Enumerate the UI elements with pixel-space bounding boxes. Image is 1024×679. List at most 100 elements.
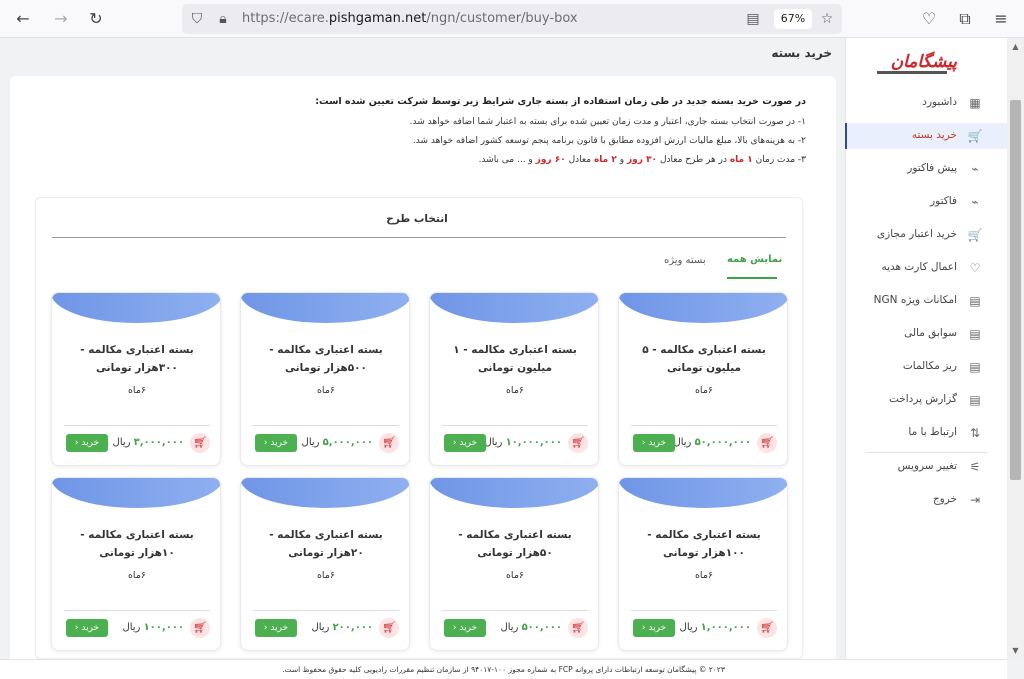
sidebar-item-label: فاکتور: [930, 195, 957, 207]
url-text[interactable]: https://ecare.pishgaman.net/ngn/customer…: [242, 11, 578, 26]
package-duration: ۶ماه: [694, 385, 714, 396]
package-duration: ۶ماه: [694, 570, 714, 581]
package-title: بسته اعتباری مکالمه - ۱ میلیون تومانی: [453, 344, 577, 374]
scroll-thumb[interactable]: [1010, 100, 1021, 480]
sidebar-item-label: پیش فاکتور: [907, 162, 957, 174]
reader-view-icon[interactable]: ▤: [744, 10, 762, 28]
buy-button[interactable]: خرید ‹: [633, 619, 675, 637]
sidebar-item-1[interactable]: 🛒 خرید بسته: [845, 123, 1007, 149]
zoom-level[interactable]: 67%: [774, 9, 812, 29]
sidebar-item-icon: ▤: [969, 327, 981, 341]
price-currency: ریال: [112, 437, 131, 448]
package-price: ۱۰۰,۰۰۰ ریال: [122, 622, 184, 633]
buy-button[interactable]: خرید ‹: [255, 619, 297, 637]
buy-button[interactable]: خرید ‹: [255, 434, 297, 452]
buy-button[interactable]: خرید ‹: [633, 434, 675, 452]
package-card: بسته اعتباری مکالمه - ۳۰۰هزار تومانی ۶ماه…: [51, 292, 221, 466]
package-price: ۲۰۰,۰۰۰ ریال: [311, 622, 373, 633]
reload-icon[interactable]: ↻: [85, 8, 107, 30]
cart-icon[interactable]: 🛒︎: [379, 618, 399, 638]
card-divider: [442, 425, 588, 426]
tab-special-package[interactable]: بسته ویژه: [664, 255, 706, 266]
price-currency: ریال: [679, 622, 698, 633]
sidebar-item-0[interactable]: ▦ داشبورد: [845, 90, 1007, 116]
extensions-icon[interactable]: ⧉: [954, 8, 976, 30]
sidebar-item-7[interactable]: ▤ سوابق مالی: [845, 321, 1007, 347]
menu-icon[interactable]: ≡: [990, 8, 1012, 30]
cart-icon[interactable]: 🛒︎: [190, 433, 210, 453]
pocket-icon[interactable]: ♡: [918, 8, 940, 30]
package-duration: ۶ماه: [505, 385, 525, 396]
page-scrollbar[interactable]: ▲ ▼: [1007, 38, 1024, 659]
cart-icon[interactable]: 🛒︎: [379, 433, 399, 453]
card-header-arc: [430, 478, 598, 508]
package-card: بسته اعتباری مکالمه - ۱۰۰هزار تومانی ۶ماه…: [618, 477, 788, 651]
card-header-arc: [430, 293, 598, 323]
sidebar-item-label: ارتباط با ما: [908, 426, 957, 438]
price-value: ۱۰۰,۰۰۰: [143, 622, 184, 633]
package-card: بسته اعتباری مکالمه - ۵ میلیون تومانی ۶ما…: [618, 292, 788, 466]
card-divider: [631, 425, 777, 426]
sidebar-item-icon: ⌁: [971, 195, 979, 209]
cart-icon[interactable]: 🛒︎: [757, 618, 777, 638]
buy-button[interactable]: خرید ‹: [66, 619, 108, 637]
tab-show-all[interactable]: نمایش همه: [727, 254, 782, 265]
sidebar-item-5[interactable]: ♡ اعمال کارت هدیه: [845, 255, 1007, 281]
package-duration: ۶ماه: [127, 385, 147, 396]
card-divider: [442, 610, 588, 611]
shield-icon[interactable]: ⛉: [188, 10, 206, 28]
package-price: ۵۰۰,۰۰۰ ریال: [500, 622, 562, 633]
lock-icon[interactable]: 🔒︎: [214, 10, 232, 28]
package-price: ۱,۰۰۰,۰۰۰ ریال: [680, 622, 751, 633]
cart-icon[interactable]: 🛒︎: [568, 433, 588, 453]
bookmark-star-icon[interactable]: ☆: [818, 10, 836, 28]
card-header-arc: [241, 293, 409, 323]
sidebar-item-6[interactable]: ▤ امکانات ویژه NGN: [845, 288, 1007, 314]
page-footer: ۲۰۲۳ © پیشگامان توسعه ارتباطات دارای پرو…: [0, 659, 1007, 679]
price-currency: ریال: [673, 437, 692, 448]
sidebar-item-12[interactable]: ⇥ خروج: [845, 487, 1007, 513]
package-title: بسته اعتباری مکالمه - ۵۰هزار تومانی: [458, 529, 572, 559]
notice-line-2: ۲- به هزینه‌های بالا، مبلغ مالیات ارزش ا…: [412, 136, 806, 146]
price-value: ۵۰۰,۰۰۰: [521, 622, 562, 633]
card-header-arc: [52, 293, 220, 323]
sidebar-item-icon: ▦: [969, 96, 981, 110]
sidebar-item-label: خروج: [932, 493, 957, 505]
plan-divider: [52, 237, 786, 238]
buy-button[interactable]: خرید ‹: [444, 434, 486, 452]
cart-icon[interactable]: 🛒︎: [757, 433, 777, 453]
address-bar[interactable]: ⛉ 🔒︎ https://ecare.pishgaman.net/ngn/cus…: [182, 4, 842, 34]
sidebar-item-label: امکانات ویژه NGN: [873, 294, 957, 306]
package-title: بسته اعتباری مکالمه - ۱۰هزار تومانی: [80, 529, 194, 559]
tab-active-indicator: [727, 277, 777, 279]
card-header-arc: [52, 478, 220, 508]
card-divider: [64, 610, 210, 611]
card-header-arc: [619, 293, 787, 323]
browser-toolbar: ← → ↻ ⛉ 🔒︎ https://ecare.pishgaman.net/n…: [0, 0, 1024, 38]
scroll-up-icon[interactable]: ▲: [1007, 42, 1024, 51]
sidebar-item-10[interactable]: ⇅ ارتباط با ما: [845, 420, 1007, 446]
package-price: ۳,۰۰۰,۰۰۰ ریال: [113, 437, 184, 448]
notice-line-1: ۱- در صورت انتخاب بسته جاری، اعتبار و مد…: [409, 117, 806, 127]
package-duration: ۶ماه: [316, 385, 336, 396]
forward-icon[interactable]: →: [50, 8, 72, 30]
scroll-down-icon[interactable]: ▼: [1007, 646, 1024, 655]
sidebar-item-label: گزارش پرداخت: [888, 393, 957, 405]
buy-button[interactable]: خرید ‹: [66, 434, 108, 452]
sidebar-item-9[interactable]: ▤ گزارش پرداخت: [845, 387, 1007, 413]
cart-icon[interactable]: 🛒︎: [568, 618, 588, 638]
sidebar-item-4[interactable]: 🛒 خرید اعتبار مجازی: [845, 222, 1007, 248]
brand-logo[interactable]: پیشگامان: [867, 52, 957, 76]
buy-button[interactable]: خرید ‹: [444, 619, 486, 637]
sidebar-item-icon: ▤: [969, 294, 981, 308]
plan-title: انتخاب طرح: [386, 213, 448, 225]
cart-icon[interactable]: 🛒︎: [190, 618, 210, 638]
sidebar-item-2[interactable]: ⌁ پیش فاکتور: [845, 156, 1007, 182]
price-currency: ریال: [122, 622, 141, 633]
package-card: بسته اعتباری مکالمه - ۵۰۰هزار تومانی ۶ماه…: [240, 292, 410, 466]
back-icon[interactable]: ←: [12, 8, 34, 30]
sidebar-item-11[interactable]: ⚟ تغییر سرویس: [845, 454, 1007, 480]
sidebar-item-label: اعمال کارت هدیه: [881, 261, 957, 273]
sidebar-item-8[interactable]: ▤ ریز مکالمات: [845, 354, 1007, 380]
sidebar-item-3[interactable]: ⌁ فاکتور: [845, 189, 1007, 215]
